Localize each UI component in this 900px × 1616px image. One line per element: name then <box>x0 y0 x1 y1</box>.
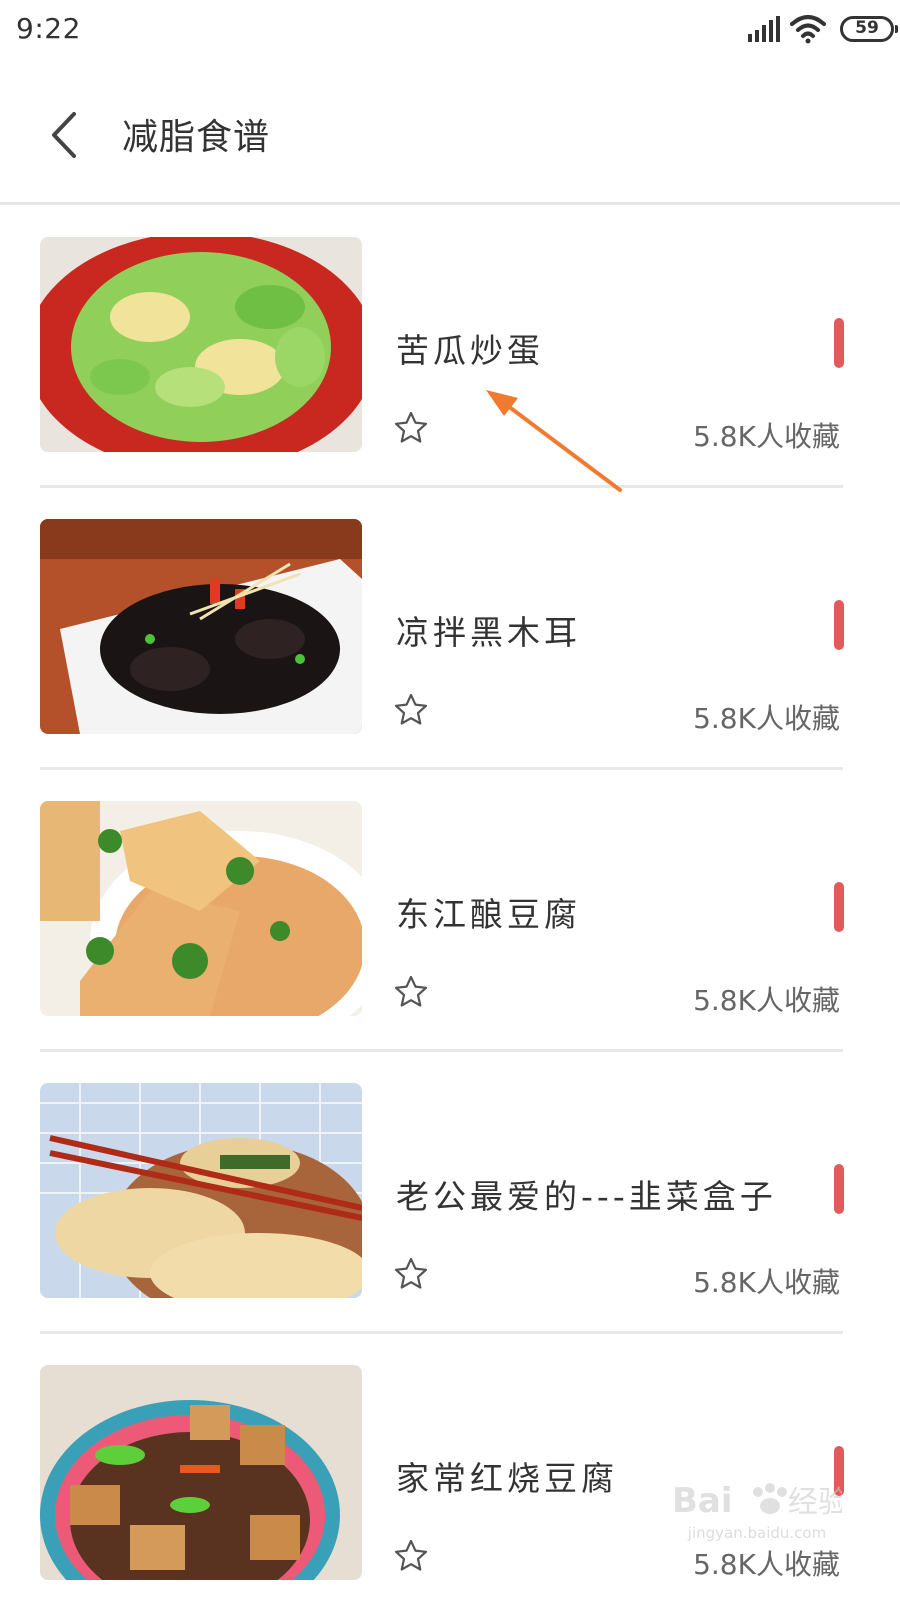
page-title: 减脂食谱 <box>122 117 271 158</box>
accent-marker <box>834 1446 844 1496</box>
recipe-list: 苦瓜炒蛋 5.8K人收藏 凉拌黑木耳 5.8K人收藏 东江酿豆腐 5.8K人收藏… <box>0 206 900 1616</box>
favorite-count: 5.8K人收藏 <box>693 702 840 735</box>
recipe-title: 老公最爱的---韭菜盒子 <box>396 1177 777 1216</box>
wifi-icon <box>790 14 826 44</box>
recipe-item[interactable]: 老公最爱的---韭菜盒子 5.8K人收藏 <box>0 1052 900 1334</box>
favorite-count: 5.8K人收藏 <box>693 984 840 1017</box>
status-bar: 9:22 59 <box>0 0 900 62</box>
recipe-image <box>40 237 362 452</box>
star-icon[interactable] <box>393 692 429 728</box>
recipe-title: 凉拌黑木耳 <box>396 613 581 652</box>
battery-icon: 59 <box>840 16 898 42</box>
star-icon[interactable] <box>393 1538 429 1574</box>
recipe-image <box>40 1083 362 1298</box>
chevron-left-icon <box>52 112 76 158</box>
status-time: 9:22 <box>16 12 81 45</box>
recipe-item[interactable]: 东江酿豆腐 5.8K人收藏 <box>0 770 900 1052</box>
favorite-count: 5.8K人收藏 <box>693 420 840 453</box>
header-bar: 减脂食谱 <box>0 62 900 205</box>
accent-marker <box>834 318 844 368</box>
recipe-title: 苦瓜炒蛋 <box>396 331 544 370</box>
star-icon[interactable] <box>393 1256 429 1292</box>
back-button[interactable] <box>40 100 100 170</box>
star-icon[interactable] <box>393 974 429 1010</box>
recipe-item[interactable]: 家常红烧豆腐 5.8K人收藏 <box>0 1334 900 1616</box>
favorite-count: 5.8K人收藏 <box>693 1266 840 1299</box>
accent-marker <box>834 1164 844 1214</box>
recipe-image <box>40 1365 362 1580</box>
recipe-title: 家常红烧豆腐 <box>396 1459 618 1498</box>
recipe-item[interactable]: 苦瓜炒蛋 5.8K人收藏 <box>0 206 900 488</box>
recipe-item[interactable]: 凉拌黑木耳 5.8K人收藏 <box>0 488 900 770</box>
recipe-title: 东江酿豆腐 <box>396 895 581 934</box>
recipe-image <box>40 801 362 1016</box>
star-icon[interactable] <box>393 410 429 446</box>
accent-marker <box>834 600 844 650</box>
signal-icon <box>748 16 782 42</box>
recipe-image <box>40 519 362 734</box>
favorite-count: 5.8K人收藏 <box>693 1548 840 1581</box>
accent-marker <box>834 882 844 932</box>
